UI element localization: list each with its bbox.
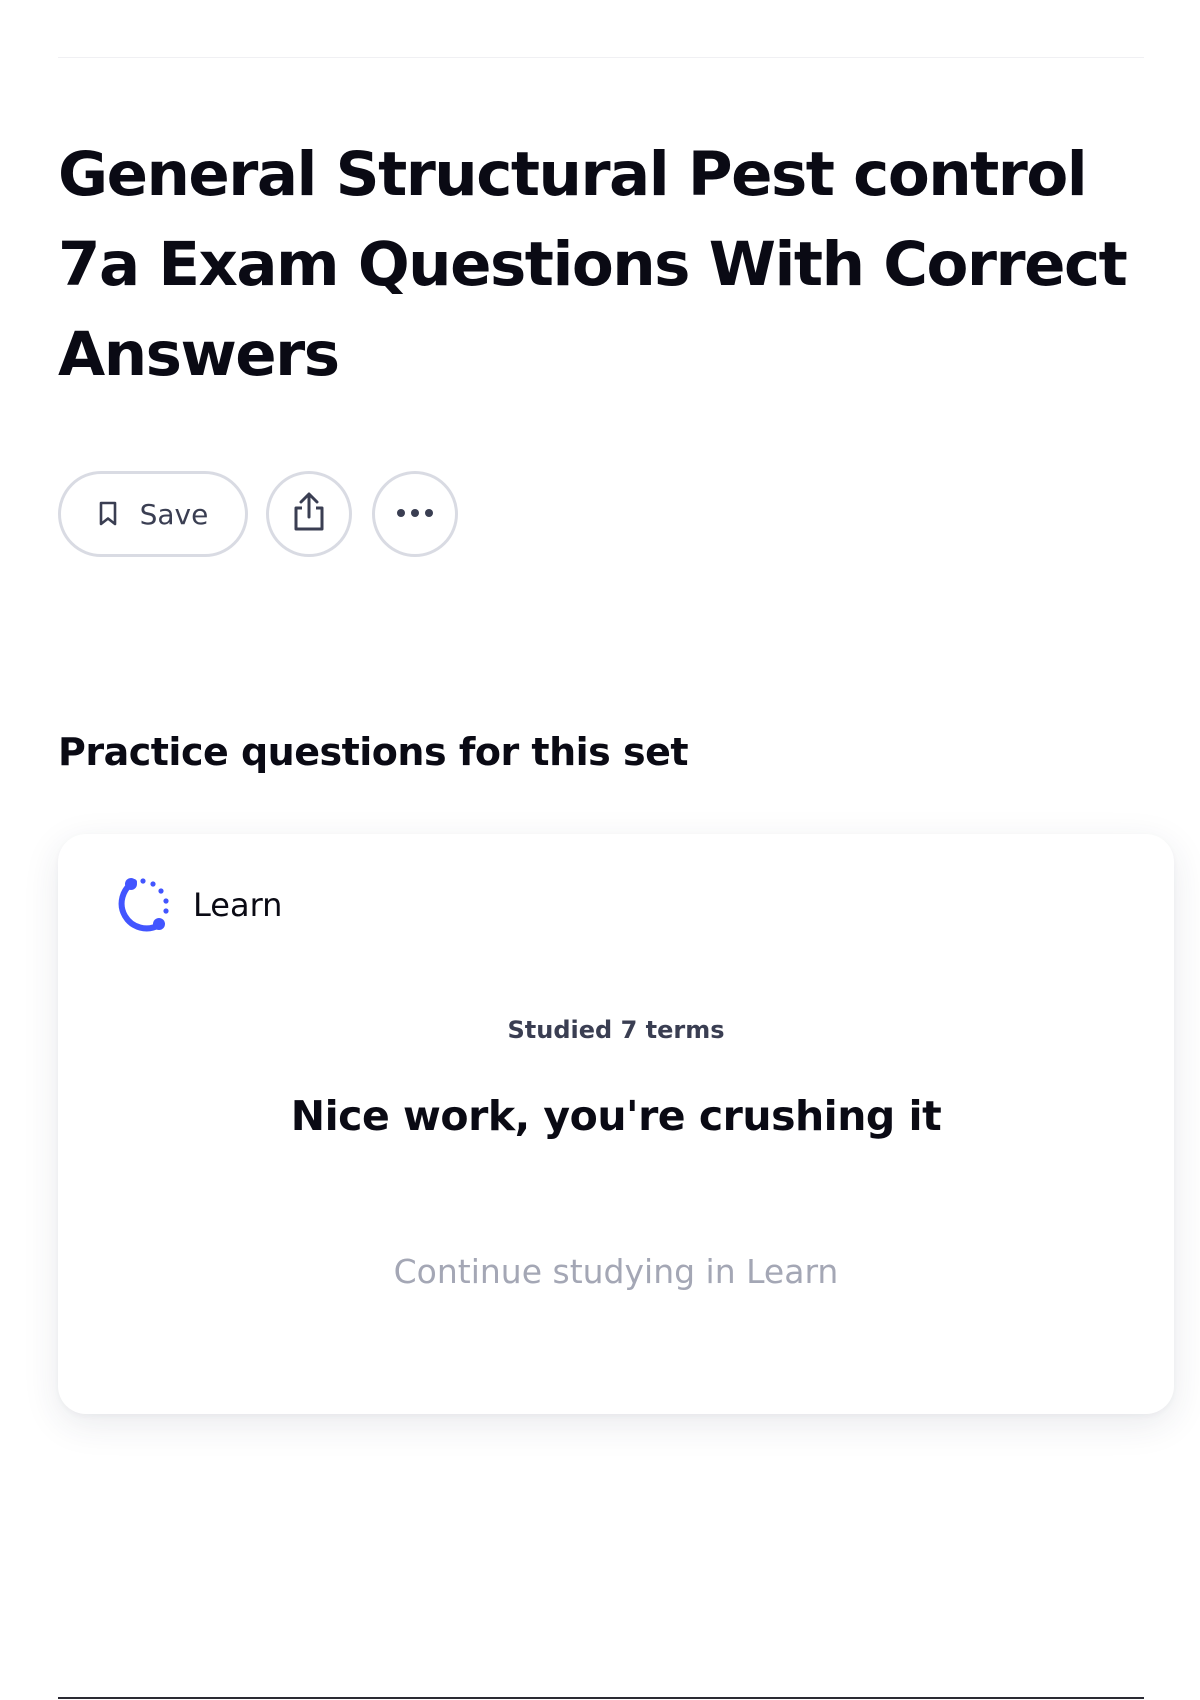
learn-header[interactable]: Learn — [113, 874, 282, 936]
practice-questions-heading: Practice questions for this set — [58, 730, 689, 774]
more-horizontal-icon — [395, 505, 435, 523]
studied-terms-text: Studied 7 terms — [507, 1016, 725, 1044]
top-divider — [58, 57, 1144, 58]
bookmark-icon — [98, 501, 118, 527]
learn-card: Learn Studied 7 terms Nice work, you're … — [58, 834, 1174, 1414]
more-options-button[interactable] — [372, 471, 458, 557]
encouragement-message: Nice work, you're crushing it — [290, 1092, 942, 1140]
save-button[interactable]: Save — [58, 471, 248, 557]
save-button-label: Save — [139, 497, 209, 531]
bottom-divider — [58, 1697, 1144, 1699]
set-actions-bar: Save — [58, 471, 478, 557]
learn-label: Learn — [193, 886, 283, 924]
continue-studying-link[interactable]: Continue studying in Learn — [58, 1252, 1174, 1291]
share-button[interactable] — [266, 471, 352, 557]
page-title: General Structural Pest control 7a Exam … — [58, 139, 1128, 390]
learn-progress-icon — [113, 874, 175, 936]
share-icon — [291, 491, 327, 538]
